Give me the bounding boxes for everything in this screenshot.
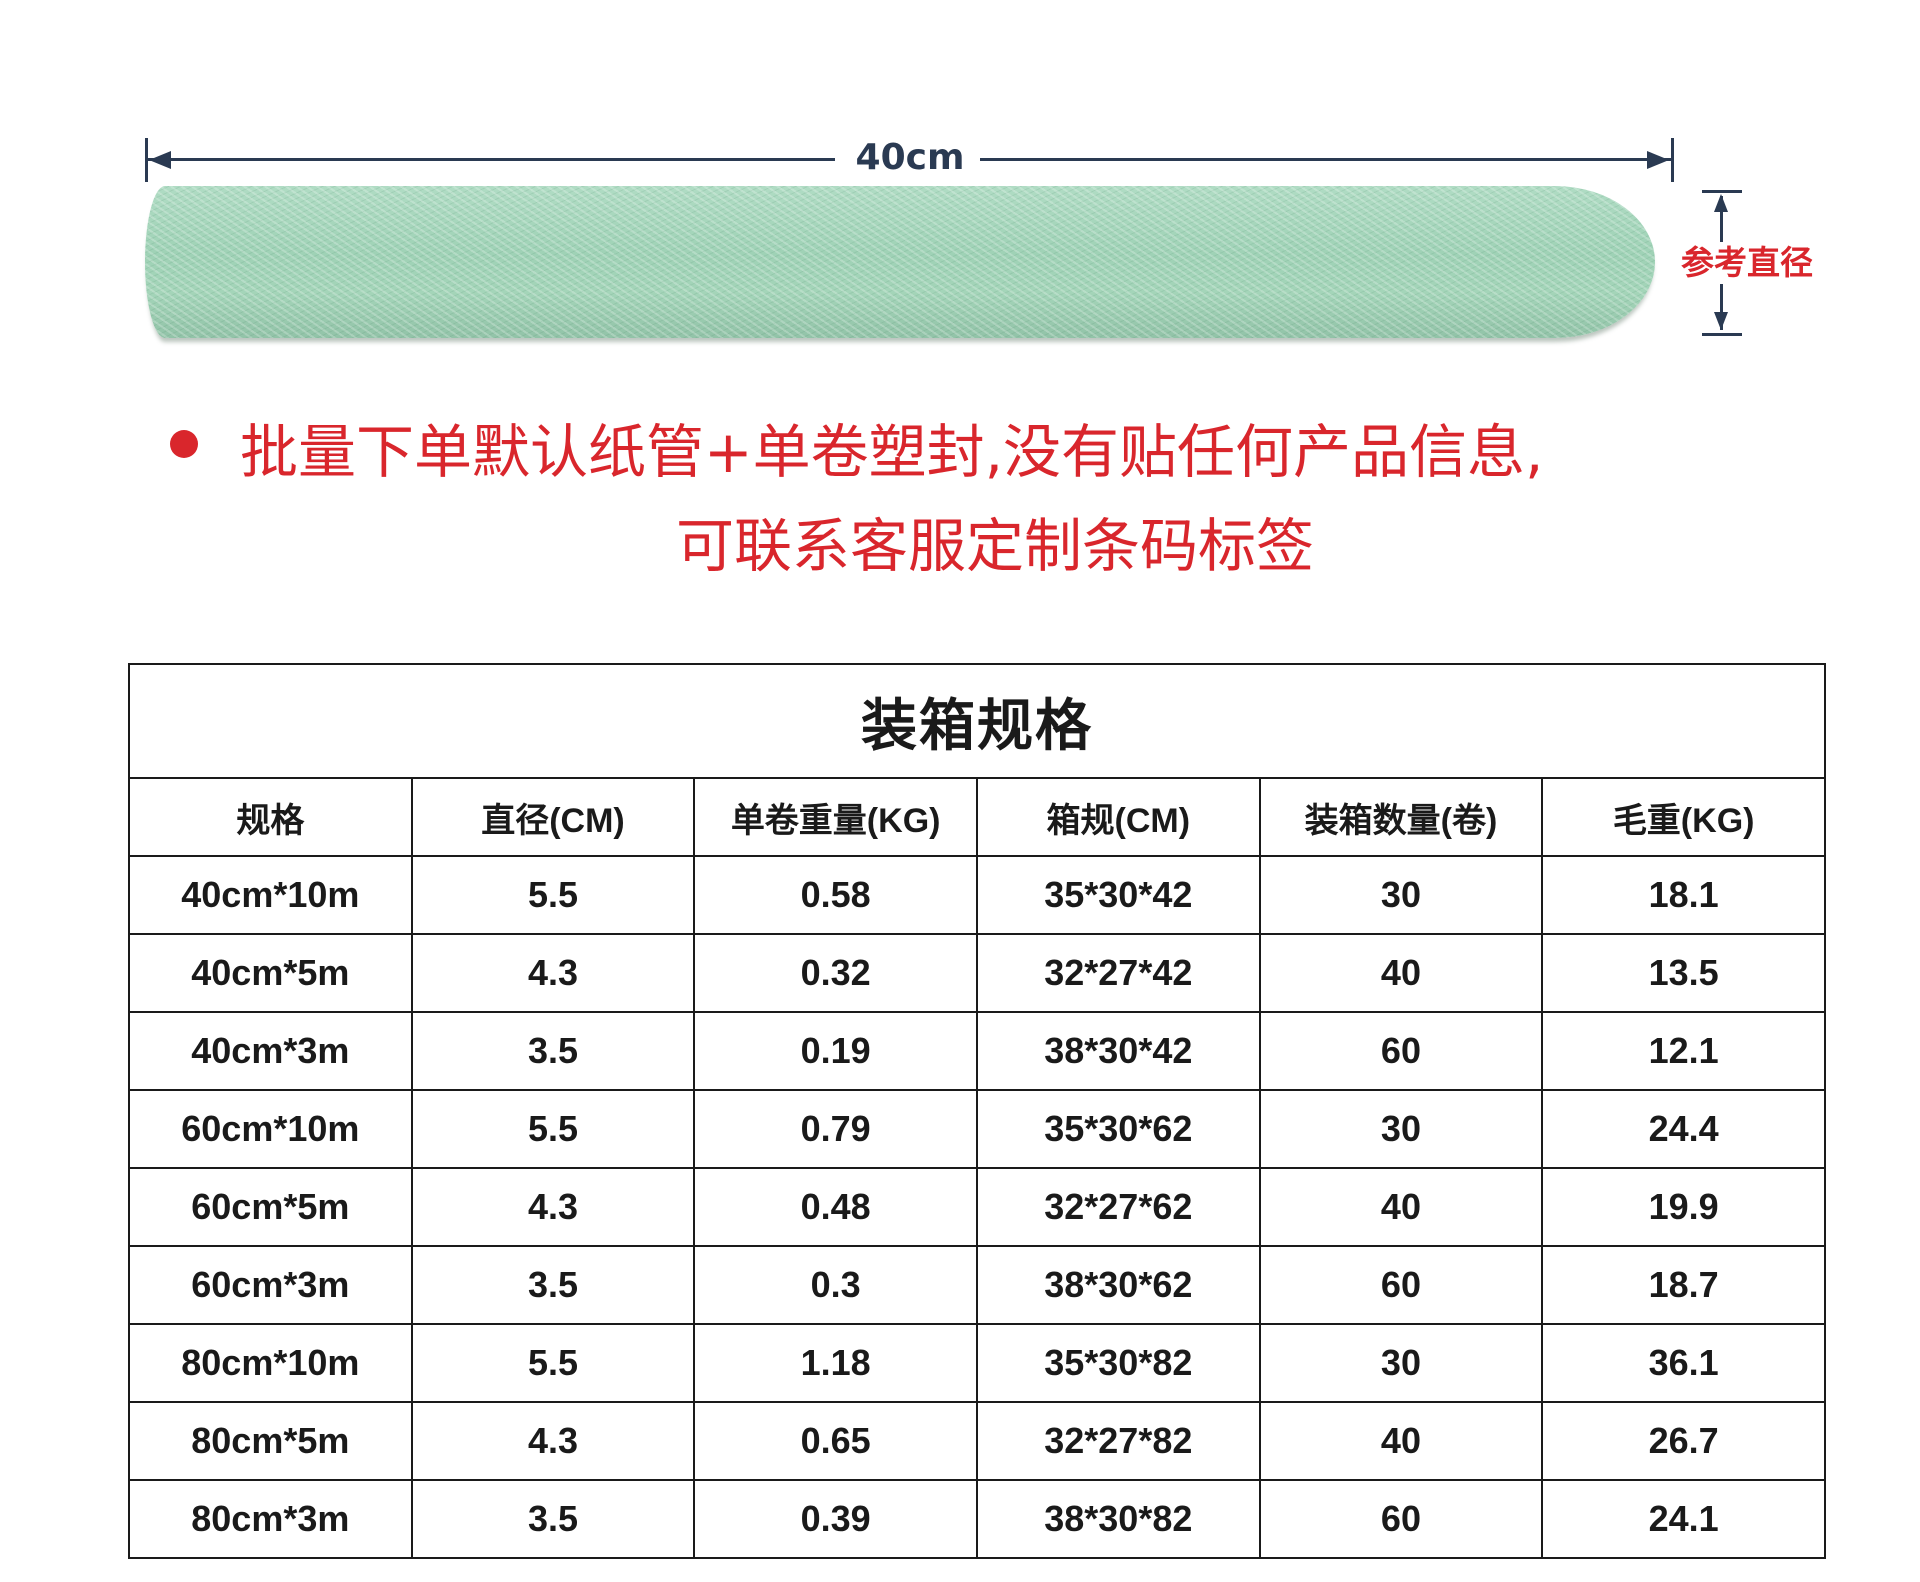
cell-carton-size: 38*30*82 [975,1479,1261,1559]
cell-diameter: 5.5 [410,855,696,935]
cell-diameter: 4.3 [410,1401,696,1481]
table-row: 60cm*5m 4.3 0.48 32*27*62 40 19.9 [128,1167,1826,1247]
table-header-row: 规格 直径(CM) 单卷重量(KG) 箱规(CM) 装箱数量(卷) 毛重(KG) [128,777,1826,857]
cell-roll-weight: 0.48 [693,1167,978,1247]
cell-spec: 40cm*3m [128,1011,413,1091]
table-row: 60cm*3m 3.5 0.3 38*30*62 60 18.7 [128,1245,1826,1325]
table-title: 装箱规格 [128,663,1826,779]
bullet-dot-icon [170,430,198,458]
table-row: 40cm*10m 5.5 0.58 35*30*42 30 18.1 [128,855,1826,935]
header-carton-qty: 装箱数量(卷) [1258,777,1544,857]
cell-carton-qty: 40 [1258,1401,1544,1481]
cell-gross-weight: 13.5 [1541,933,1826,1013]
diameter-cap-top [1702,190,1742,193]
table-row: 80cm*3m 3.5 0.39 38*30*82 60 24.1 [128,1479,1826,1559]
cell-diameter: 5.5 [410,1323,696,1403]
cell-carton-size: 32*27*82 [975,1401,1261,1481]
cell-spec: 60cm*5m [128,1167,413,1247]
header-spec: 规格 [128,777,413,857]
dimension-bar-right [980,158,1673,161]
table-title-row: 装箱规格 [128,663,1826,779]
cell-carton-qty: 60 [1258,1479,1544,1559]
cell-gross-weight: 18.1 [1541,855,1826,935]
cell-carton-qty: 30 [1258,1323,1544,1403]
cell-carton-size: 38*30*42 [975,1011,1261,1091]
diameter-label: 参考直径 [1672,242,1822,284]
cell-carton-qty: 40 [1258,1167,1544,1247]
table-row: 80cm*5m 4.3 0.65 32*27*82 40 26.7 [128,1401,1826,1481]
cell-spec: 40cm*10m [128,855,413,935]
cell-spec: 60cm*10m [128,1089,413,1169]
cell-roll-weight: 0.79 [693,1089,978,1169]
cell-carton-size: 38*30*62 [975,1245,1261,1325]
cell-carton-qty: 30 [1258,1089,1544,1169]
length-label: 40cm [855,137,965,178]
cell-carton-qty: 60 [1258,1011,1544,1091]
table-row: 60cm*10m 5.5 0.79 35*30*62 30 24.4 [128,1089,1826,1169]
cell-spec: 80cm*3m [128,1479,413,1559]
cell-gross-weight: 18.7 [1541,1245,1826,1325]
table-row: 40cm*5m 4.3 0.32 32*27*42 40 13.5 [128,933,1826,1013]
cell-gross-weight: 19.9 [1541,1167,1826,1247]
cell-carton-size: 32*27*42 [975,933,1261,1013]
arrow-right-icon [1647,151,1669,169]
cell-carton-size: 35*30*82 [975,1323,1261,1403]
packing-spec-table: 装箱规格 规格 直径(CM) 单卷重量(KG) 箱规(CM) 装箱数量(卷) 毛… [128,663,1826,1559]
cell-gross-weight: 24.4 [1541,1089,1826,1169]
cell-gross-weight: 24.1 [1541,1479,1826,1559]
cell-carton-size: 35*30*42 [975,855,1261,935]
dimension-bar-left [145,158,835,161]
notice-line-1: 批量下单默认纸管+单卷塑封,没有贴任何产品信息, [240,418,1544,486]
packaging-notice: 批量下单默认纸管+单卷塑封,没有贴任何产品信息, 可联系客服定制条码标签 [240,405,1760,593]
table-row: 40cm*3m 3.5 0.19 38*30*42 60 12.1 [128,1011,1826,1091]
diameter-cap-bottom [1702,333,1742,336]
cell-spec: 60cm*3m [128,1245,413,1325]
cell-gross-weight: 26.7 [1541,1401,1826,1481]
cell-carton-size: 35*30*62 [975,1089,1261,1169]
product-roll-image [145,186,1655,338]
header-roll-weight: 单卷重量(KG) [693,777,978,857]
cell-diameter: 3.5 [410,1245,696,1325]
cell-spec: 80cm*5m [128,1401,413,1481]
cell-roll-weight: 0.19 [693,1011,978,1091]
cell-diameter: 5.5 [410,1089,696,1169]
cell-roll-weight: 0.65 [693,1401,978,1481]
cell-roll-weight: 1.18 [693,1323,978,1403]
cell-diameter: 3.5 [410,1479,696,1559]
cell-diameter: 3.5 [410,1011,696,1091]
cell-gross-weight: 12.1 [1541,1011,1826,1091]
cell-roll-weight: 0.32 [693,933,978,1013]
table-row: 80cm*10m 5.5 1.18 35*30*82 30 36.1 [128,1323,1826,1403]
cell-gross-weight: 36.1 [1541,1323,1826,1403]
cell-carton-qty: 30 [1258,855,1544,935]
cell-roll-weight: 0.3 [693,1245,978,1325]
cell-carton-qty: 40 [1258,933,1544,1013]
header-diameter: 直径(CM) [410,777,696,857]
cell-diameter: 4.3 [410,933,696,1013]
cell-roll-weight: 0.58 [693,855,978,935]
cell-spec: 80cm*10m [128,1323,413,1403]
cell-diameter: 4.3 [410,1167,696,1247]
cell-carton-qty: 60 [1258,1245,1544,1325]
cell-roll-weight: 0.39 [693,1479,978,1559]
header-carton-size: 箱规(CM) [975,777,1261,857]
arrow-down-icon [1714,312,1728,330]
header-gross-weight: 毛重(KG) [1541,777,1826,857]
cell-carton-size: 32*27*62 [975,1167,1261,1247]
dimension-tick-right [1671,138,1674,182]
notice-line-2: 可联系客服定制条码标签 [675,512,1314,580]
cell-spec: 40cm*5m [128,933,413,1013]
